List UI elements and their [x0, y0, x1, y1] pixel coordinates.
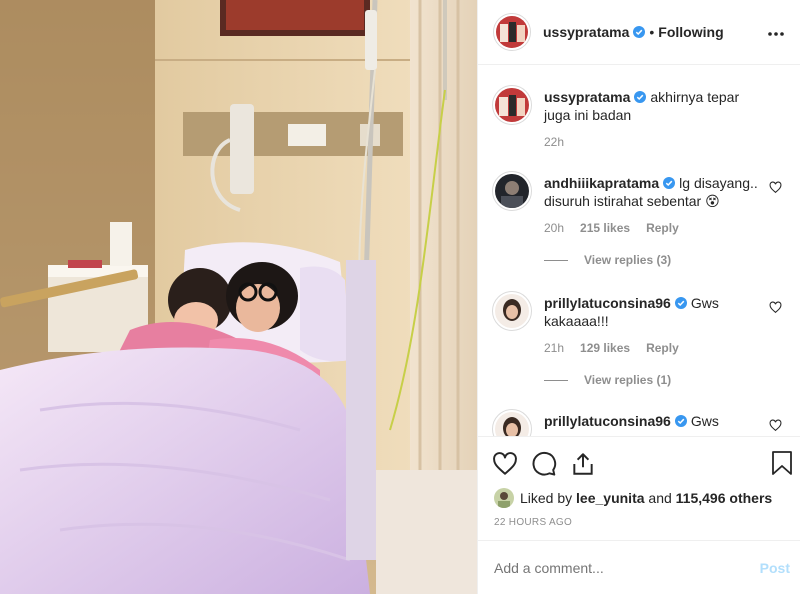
verified-icon — [674, 297, 687, 310]
commenter-avatar[interactable] — [492, 171, 532, 212]
post-comment-button[interactable]: Post — [756, 560, 794, 576]
instagram-post: ussypratama • Following ussypratama akhi… — [0, 0, 800, 594]
post-side-panel: ussypratama • Following ussypratama akhi… — [477, 0, 800, 594]
comment-likes[interactable]: 129 likes — [580, 341, 630, 355]
heart-icon[interactable] — [492, 451, 518, 477]
likes-summary: Liked by lee_yunita and 115,496 others — [478, 486, 800, 511]
comment-icon[interactable] — [531, 451, 557, 477]
commenter-avatar[interactable] — [492, 291, 532, 332]
view-replies-button[interactable]: View replies (3) — [544, 253, 784, 267]
comment-heart-icon[interactable] — [769, 419, 782, 432]
comments-list[interactable]: ussypratama akhirnya tepar juga ini badan… — [478, 65, 800, 436]
likes-middle: and — [648, 490, 672, 507]
replies-divider — [544, 379, 568, 381]
liker-username[interactable]: lee_yunita — [576, 490, 644, 506]
comment-time[interactable]: 20h — [544, 221, 564, 235]
liker-avatar[interactable] — [494, 488, 514, 509]
verified-icon — [663, 177, 676, 190]
likes-prefix: Liked by — [520, 490, 573, 507]
author-avatar[interactable] — [493, 13, 531, 52]
comment-text: Gws — [690, 413, 719, 430]
comment-username[interactable]: andhiiikapratama — [544, 175, 659, 191]
comment-username[interactable]: prillylatuconsina96 — [544, 295, 671, 311]
comment-heart-icon[interactable] — [769, 301, 782, 314]
replies-divider — [544, 259, 568, 261]
reply-button[interactable]: Reply — [646, 341, 679, 355]
header-separator: • — [649, 24, 655, 41]
comment-time[interactable]: 21h — [544, 341, 564, 355]
verified-icon — [674, 415, 687, 428]
following-button[interactable]: Following — [658, 24, 723, 40]
caption-comment: ussypratama akhirnya tepar juga ini badan… — [492, 85, 784, 149]
comment-heart-icon[interactable] — [769, 181, 782, 194]
post-timestamp[interactable]: 22 HOURS AGO — [478, 511, 800, 536]
likes-count-link[interactable]: 115,496 others — [676, 490, 773, 506]
caption-avatar[interactable] — [492, 85, 532, 126]
author-username[interactable]: ussypratama — [543, 24, 629, 40]
verified-icon — [633, 26, 646, 39]
comment-item: prillylatuconsina96 Gws — [492, 409, 784, 436]
post-header: ussypratama • Following — [478, 0, 800, 66]
comment-username[interactable]: ussypratama — [544, 89, 630, 105]
comment-input[interactable] — [494, 559, 756, 576]
view-replies-label: View replies (3) — [584, 253, 672, 268]
post-photo[interactable] — [0, 0, 477, 594]
more-icon[interactable] — [766, 24, 786, 44]
view-replies-label: View replies (1) — [584, 373, 672, 388]
bookmark-icon[interactable] — [770, 450, 794, 476]
comment-likes[interactable]: 215 likes — [580, 221, 630, 235]
comment-item: andhiiikapratama lg disayang.. disuruh is… — [492, 171, 784, 235]
hospital-bed-photo — [0, 0, 477, 594]
comment-username[interactable]: prillylatuconsina96 — [544, 413, 671, 429]
verified-icon — [634, 91, 647, 104]
reply-button[interactable]: Reply — [646, 221, 679, 235]
action-bar — [478, 435, 800, 486]
add-comment-bar: Post — [478, 540, 800, 594]
comment-item: prillylatuconsina96 Gws kakaaaa!!! 21h 12… — [492, 291, 784, 355]
share-icon[interactable] — [570, 451, 596, 477]
comment-time[interactable]: 22h — [544, 135, 564, 149]
commenter-avatar[interactable] — [492, 409, 532, 436]
view-replies-button[interactable]: View replies (1) — [544, 373, 784, 387]
